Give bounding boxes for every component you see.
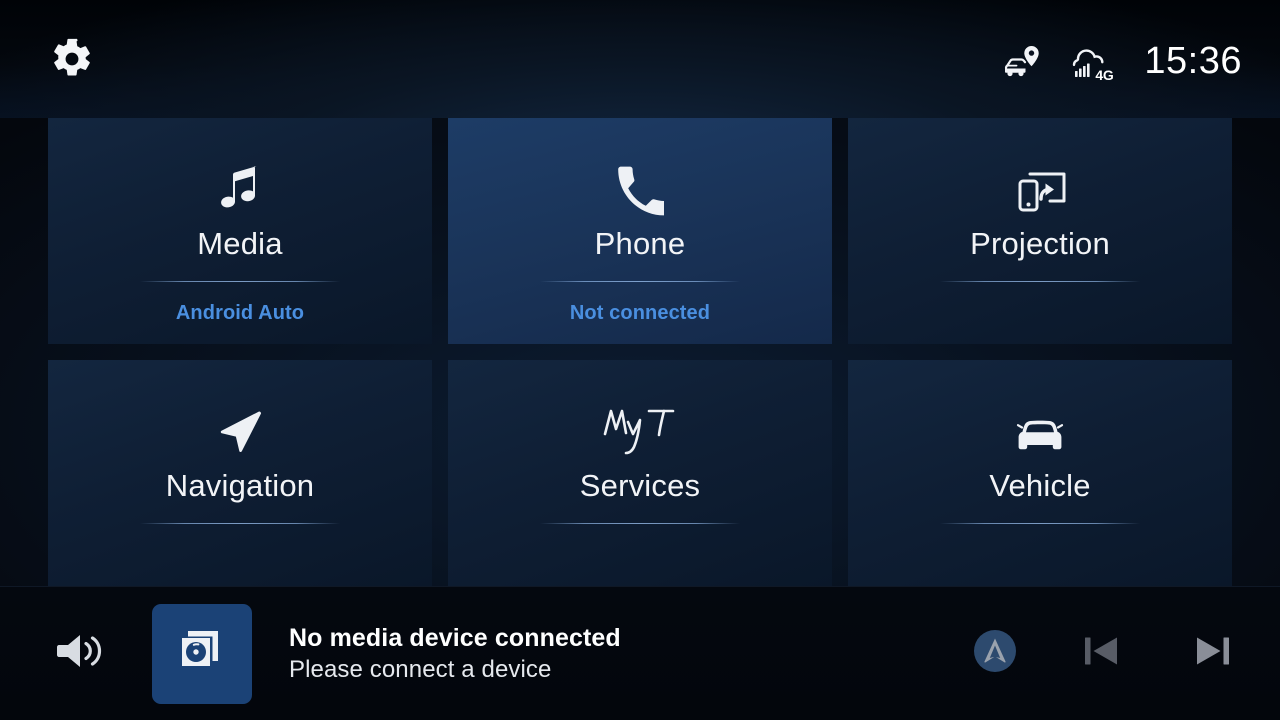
- tile-media[interactable]: Media Android Auto: [48, 118, 432, 344]
- tile-divider: [140, 522, 340, 524]
- screen-cast-icon: [1011, 154, 1069, 216]
- tile-title: Phone: [594, 226, 686, 261]
- tile-divider: [540, 522, 740, 524]
- next-track-icon: [1186, 624, 1240, 683]
- settings-button[interactable]: [46, 35, 98, 87]
- volume-button[interactable]: [52, 625, 110, 683]
- myt-logo-icon: [597, 396, 683, 458]
- tile-title: Vehicle: [989, 468, 1091, 503]
- track-info: No media device connected Please connect…: [289, 622, 621, 685]
- clock-display: 15:36: [1144, 40, 1242, 82]
- network-signal-indicator: 4G: [1066, 38, 1114, 84]
- tile-title: Services: [579, 468, 701, 503]
- track-title: No media device connected: [289, 623, 621, 652]
- next-track-button[interactable]: [1186, 624, 1240, 683]
- tile-navigation[interactable]: Navigation: [48, 360, 432, 586]
- tile-subtitle: Not connected: [569, 301, 711, 324]
- network-type-label: 4G: [1095, 67, 1114, 83]
- media-bottom-bar: No media device connected Please connect…: [0, 586, 1280, 720]
- tile-divider: [140, 280, 340, 282]
- music-note-icon: [216, 154, 264, 216]
- tile-services[interactable]: Services: [448, 360, 832, 586]
- android-auto-source-button[interactable]: [974, 630, 1016, 677]
- car-front-icon: [1011, 396, 1069, 458]
- tile-divider: [940, 522, 1140, 524]
- navigation-arrow-icon: [215, 396, 265, 458]
- track-subtitle: Please connect a device: [289, 655, 552, 683]
- album-art-placeholder[interactable]: [152, 603, 252, 704]
- android-auto-logo-icon: [974, 630, 1016, 677]
- tile-vehicle[interactable]: Vehicle: [848, 360, 1232, 586]
- app-tile-grid: Media Android Auto Phone Not connected P…: [48, 118, 1232, 586]
- tile-subtitle: Android Auto: [175, 301, 305, 324]
- previous-track-button[interactable]: [1074, 624, 1128, 683]
- transport-controls: [974, 624, 1240, 683]
- phone-handset-icon: [616, 154, 664, 216]
- status-indicators: 4G 15:36: [1002, 38, 1242, 84]
- previous-track-icon: [1074, 624, 1128, 683]
- tile-title: Navigation: [165, 468, 315, 503]
- cd-disc-case-icon: [171, 620, 233, 687]
- tile-divider: [540, 280, 740, 282]
- tile-title: Media: [197, 226, 283, 261]
- speaker-volume-icon: [55, 629, 107, 678]
- tile-projection[interactable]: Projection: [848, 118, 1232, 344]
- vehicle-location-indicator: [1002, 42, 1046, 80]
- status-bar: 4G 15:36: [0, 0, 1280, 118]
- tile-divider: [940, 280, 1140, 282]
- infotainment-home-screen: 4G 15:36 Media Android Auto Phone Not co…: [0, 0, 1280, 720]
- tile-phone[interactable]: Phone Not connected: [448, 118, 832, 344]
- gear-icon: [50, 37, 94, 86]
- tile-title: Projection: [970, 226, 1110, 261]
